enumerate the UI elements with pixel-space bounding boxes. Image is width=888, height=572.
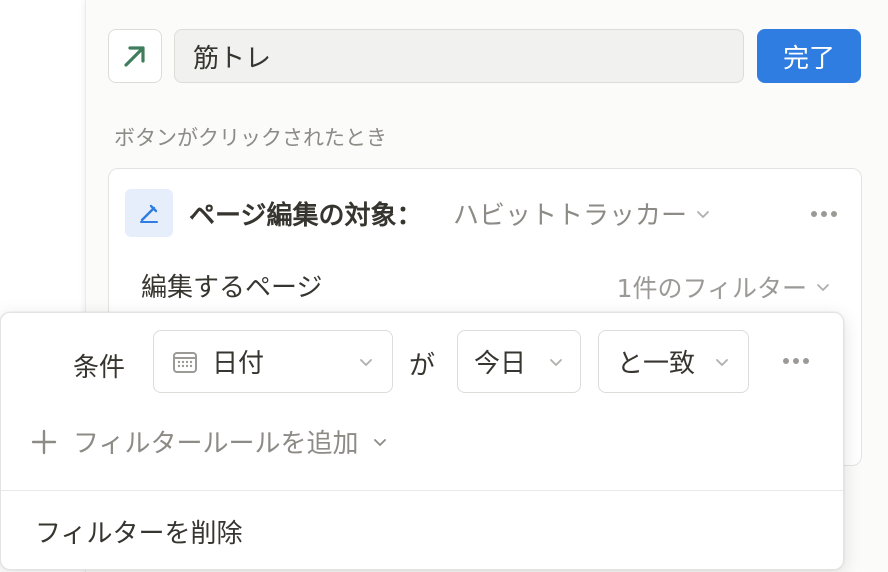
action-title: ページ編集の対象：: [189, 201, 423, 231]
button-icon-picker[interactable]: [108, 29, 162, 83]
filter-count-label: 1件のフィルター: [616, 274, 807, 303]
filter-popover: 条件 日付 が 今日 と一致 フィルタールールを追加 フィルターを削除: [0, 312, 844, 570]
chevron-down-icon: [716, 358, 728, 366]
delete-filter-button[interactable]: フィルターを削除: [35, 513, 242, 550]
page: 筋トレ 完了 ボタンがクリックされたとき ページ編集の対象： ハビットトラッカー…: [0, 0, 888, 572]
condition-label: 条件: [73, 353, 126, 383]
trigger-label: ボタンがクリックされたとき: [114, 126, 387, 150]
chevron-down-icon: [374, 438, 387, 446]
button-name-input[interactable]: 筋トレ: [174, 29, 744, 83]
value-select[interactable]: 今日: [457, 330, 581, 393]
add-filter-rule-label: フィルタールールを追加: [73, 429, 359, 459]
action-icon-box: [125, 189, 173, 237]
value-label: 今日: [474, 349, 527, 379]
chevron-down-icon: [817, 284, 829, 291]
done-button[interactable]: 完了: [757, 29, 861, 83]
operator-select[interactable]: と一致: [598, 330, 749, 393]
pencil-icon: [140, 204, 158, 223]
property-label: 日付: [212, 349, 265, 379]
operator-label: と一致: [617, 349, 696, 379]
edit-pages-label: 編集するページ: [141, 273, 323, 303]
more-options-icon[interactable]: [811, 211, 837, 217]
arrow-up-right-icon: [124, 46, 145, 67]
chevron-down-icon: [550, 358, 562, 366]
target-database-select[interactable]: ハビットトラッカー: [453, 195, 711, 232]
chevron-down-icon: [697, 210, 709, 218]
particle-label: が: [409, 351, 436, 381]
more-options-icon[interactable]: [783, 358, 809, 364]
filter-count-select[interactable]: 1件のフィルター: [617, 269, 831, 305]
divider: [1, 490, 843, 491]
calendar-icon: [173, 351, 197, 373]
add-filter-rule-button[interactable]: フィルタールールを追加: [29, 423, 388, 460]
plus-icon: [31, 429, 57, 454]
target-database-label: ハビットトラッカー: [453, 201, 688, 231]
property-select[interactable]: 日付: [153, 330, 393, 393]
chevron-down-icon: [360, 358, 372, 366]
